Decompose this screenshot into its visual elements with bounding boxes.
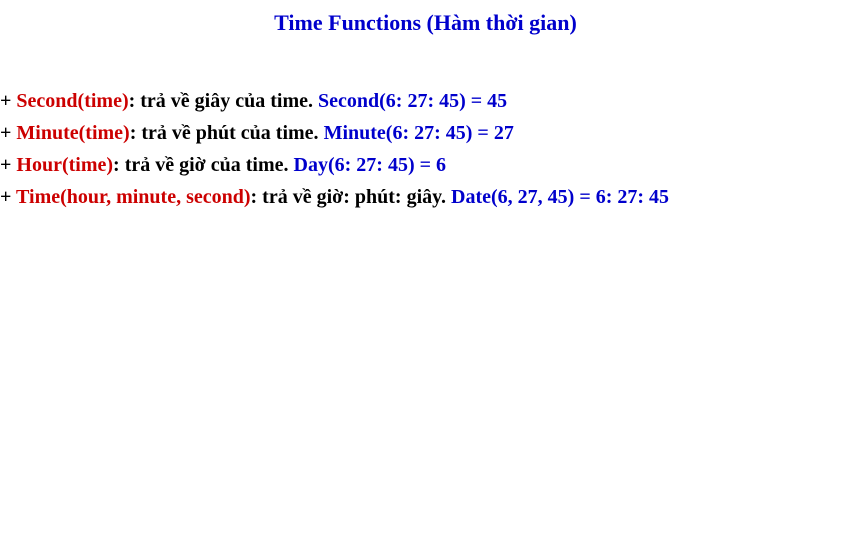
function-line: + Minute(time): trả về phút của time. Mi… [0, 118, 851, 148]
function-name: Hour(time) [16, 154, 113, 176]
function-name: Time(hour, minute, second) [16, 186, 250, 208]
function-name: Second(time) [16, 90, 128, 112]
function-line: + Hour(time): trả về giờ của time. Day(6… [0, 150, 851, 180]
plus-marker: + [0, 186, 16, 208]
function-description: : trả về giây của time. [129, 90, 318, 112]
function-example: Minute(6: 27: 45) = 27 [324, 122, 514, 144]
function-line: + Second(time): trả về giây của time. Se… [0, 86, 851, 116]
function-example: Date(6, 27, 45) = 6: 27: 45 [451, 186, 669, 208]
function-example: Second(6: 27: 45) = 45 [318, 90, 507, 112]
function-description: : trả về giờ: phút: giây. [251, 186, 452, 208]
content-area: + Second(time): trả về giây của time. Se… [0, 66, 851, 212]
plus-marker: + [0, 90, 16, 112]
plus-marker: + [0, 122, 16, 144]
function-line: + Time(hour, minute, second): trả về giờ… [0, 182, 851, 212]
function-example: Day(6: 27: 45) = 6 [294, 154, 446, 176]
function-description: : trả về phút của time. [130, 122, 324, 144]
function-description: : trả về giờ của time. [113, 154, 293, 176]
page-title: Time Functions (Hàm thời gian) [0, 0, 851, 66]
plus-marker: + [0, 154, 16, 176]
function-name: Minute(time) [16, 122, 129, 144]
